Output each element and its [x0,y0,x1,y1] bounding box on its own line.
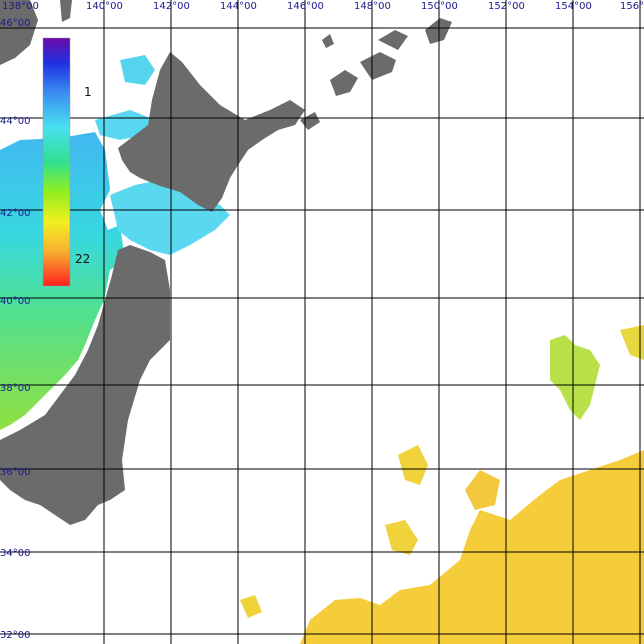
lat-label-34: 34°00 [0,548,30,559]
colorbar-gradient [42,37,71,287]
lat-label-32: 32°00 [0,630,30,641]
sst-map: 138°00 140°00 142°00 144°00 146°00 148°0… [0,0,644,644]
lat-label-36: 36°00 [0,467,30,478]
lat-label-46: 46°00 [0,18,30,29]
colorbar-max-label: 1 [84,85,92,99]
lat-label-40: 40°00 [0,296,30,307]
colorbar-min-label: 22 [75,252,90,266]
lon-label-142: 142°00 [153,1,190,12]
lat-label-38: 38°00 [0,383,30,394]
lon-label-138: 138°00 [2,1,39,12]
lat-label-42: 42°00 [0,208,30,219]
lon-label-148: 148°00 [354,1,391,12]
lon-label-156: 156° [620,1,644,12]
lat-label-44: 44°00 [0,116,30,127]
lon-label-154: 154°00 [555,1,592,12]
lon-label-150: 150°00 [421,1,458,12]
lon-label-144: 144°00 [220,1,257,12]
lon-label-146: 146°00 [287,1,324,12]
lon-label-140: 140°00 [86,1,123,12]
lon-label-152: 152°00 [488,1,525,12]
